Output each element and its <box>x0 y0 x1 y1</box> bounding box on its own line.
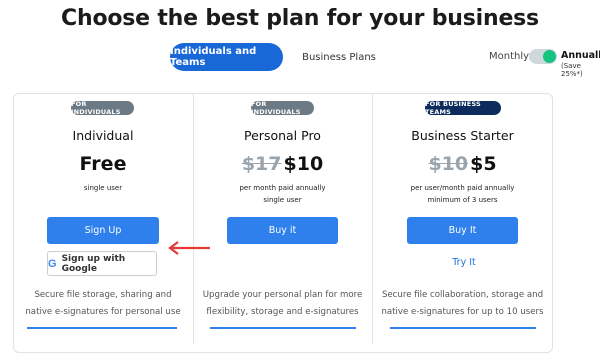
billing-monthly-label: Monthly <box>489 51 530 62</box>
plan-price: $17 $10 <box>193 153 372 175</box>
old-price: $17 <box>241 153 282 175</box>
description-line: native e-signatures for personal use <box>25 307 181 317</box>
plan-underline <box>27 327 177 329</box>
sign-up-button[interactable]: Sign Up <box>47 217 159 244</box>
plan-name: Individual <box>72 128 134 143</box>
arrow-left-icon <box>168 241 210 255</box>
plan-name: Business Starter <box>411 128 514 143</box>
google-button-label: Sign up with Google <box>61 253 126 274</box>
plan-description: Upgrade your personal plan for more flex… <box>193 287 372 321</box>
try-it-link[interactable]: Try It <box>437 257 491 268</box>
google-g-icon: G <box>48 257 57 270</box>
plan-underline <box>210 327 356 329</box>
price-value: $10 <box>283 153 324 175</box>
plan-description: Secure file storage, sharing and native … <box>13 287 193 321</box>
plan-subtext: per user/month paid annually <box>410 184 515 192</box>
buy-it-button[interactable]: Buy It <box>407 217 518 244</box>
page-title: Choose the best plan for your business <box>61 6 539 31</box>
plan-subtext: minimum of 3 users <box>427 196 498 204</box>
tab-business-plans[interactable]: Business Plans <box>300 43 378 71</box>
price-value: $5 <box>470 153 497 175</box>
plan-badge: FOR INDIVIDUALS <box>251 100 314 116</box>
price-value: Free <box>79 153 127 175</box>
description-line: Secure file collaboration, storage and <box>381 290 544 300</box>
description-line: native e-signatures for up to 10 users <box>381 307 544 317</box>
buy-it-button[interactable]: Buy it <box>227 217 338 244</box>
plan-description: Secure file collaboration, storage and n… <box>372 287 553 321</box>
plan-underline <box>390 327 536 329</box>
billing-annual-label: Annually <box>561 50 600 61</box>
plan-subtext: per month paid annually <box>239 184 326 192</box>
toggle-knob <box>543 50 556 63</box>
plan-subtext: single user <box>263 196 302 204</box>
billing-save-note: (Save 25%*) <box>561 62 583 78</box>
plan-badge: FOR INDIVIDUALS <box>71 100 134 116</box>
plan-price: Free <box>13 153 193 175</box>
plan-badge: FOR BUSINESS TEAMS <box>425 100 501 116</box>
description-line: Secure file storage, sharing and <box>34 290 172 300</box>
description-line: flexibility, storage and e-signatures <box>206 307 359 317</box>
plan-name: Personal Pro <box>244 128 321 143</box>
old-price: $10 <box>428 153 469 175</box>
plan-subtext: single user <box>83 184 123 192</box>
billing-toggle[interactable] <box>529 49 557 64</box>
plan-price: $10 $5 <box>372 153 553 175</box>
sign-up-with-google-button[interactable]: G Sign up with Google <box>47 251 157 276</box>
tab-individuals-and-teams[interactable]: Individuals and Teams <box>170 43 283 71</box>
description-line: Upgrade your personal plan for more <box>202 290 363 300</box>
